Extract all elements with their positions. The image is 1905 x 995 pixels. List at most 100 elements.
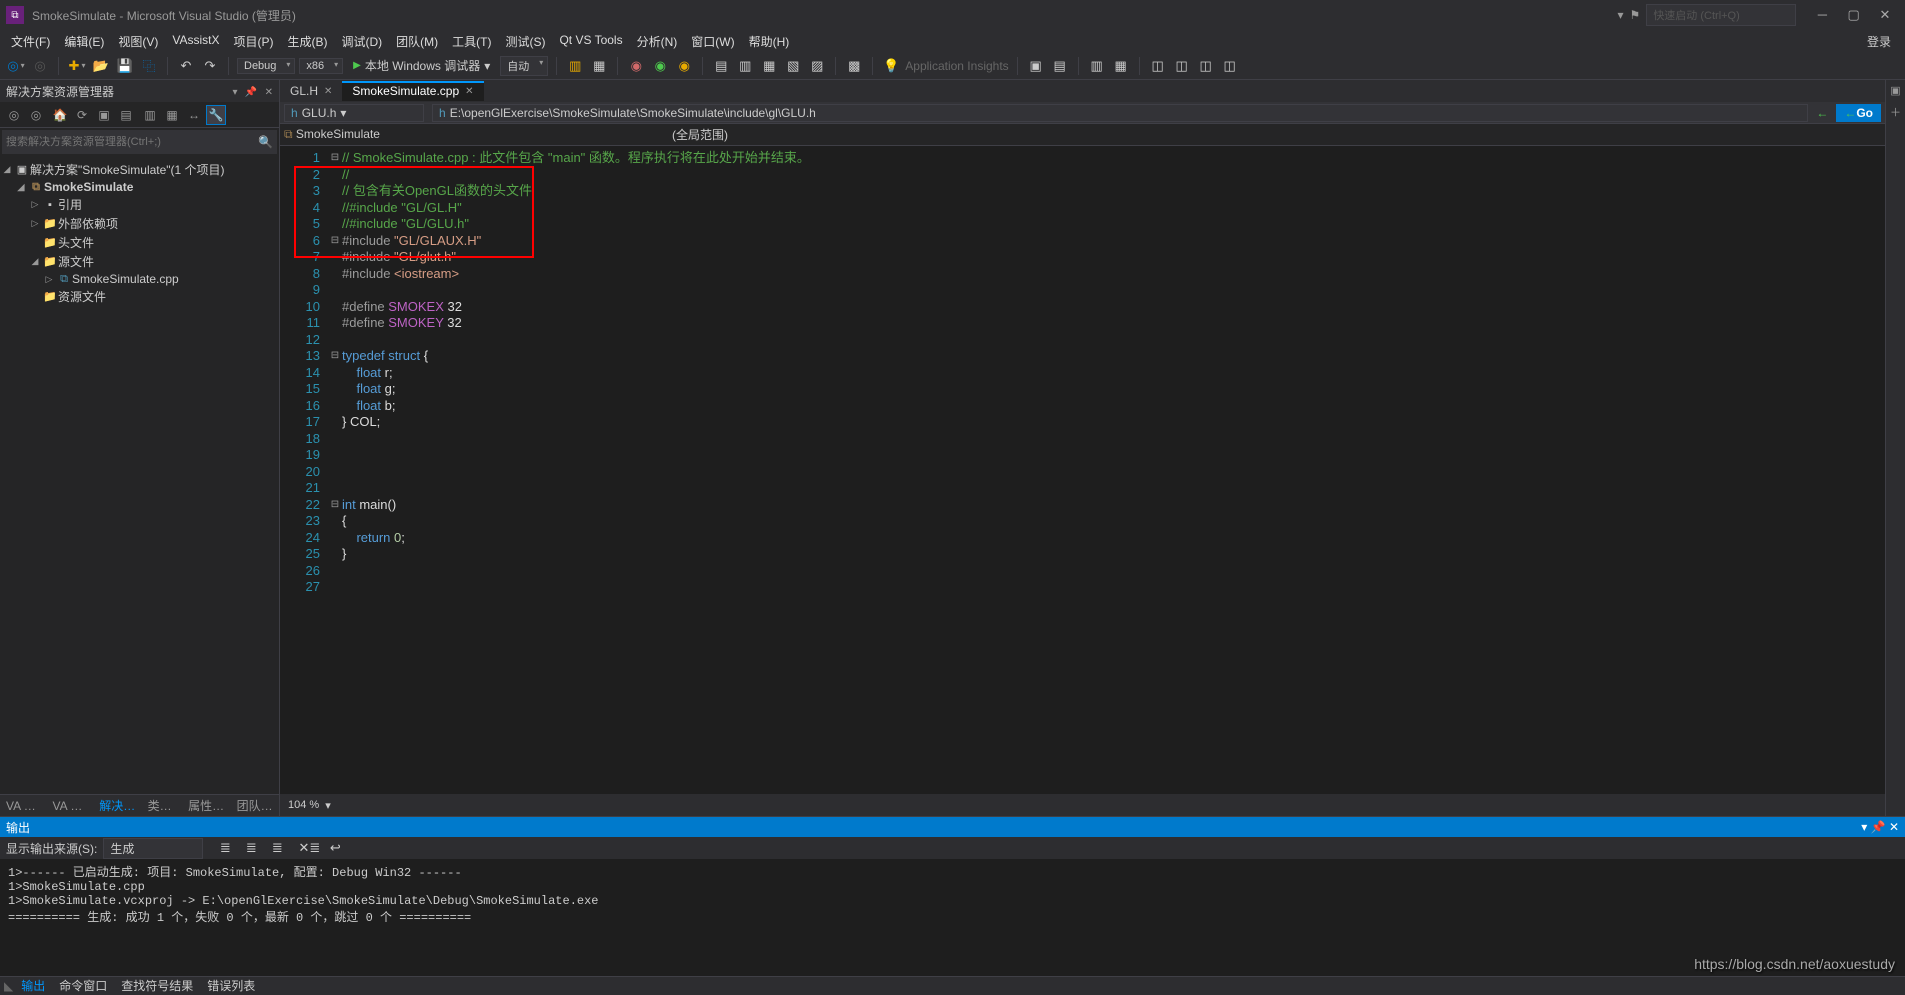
- bottom-tab[interactable]: 输出: [15, 976, 51, 995]
- panel-tab[interactable]: VA View: [0, 797, 47, 815]
- tb-icon-5[interactable]: ◉: [674, 56, 694, 76]
- output-body[interactable]: 1>------ 已启动生成: 项目: SmokeSimulate, 配置: D…: [0, 859, 1905, 976]
- tb-icon-16[interactable]: ◫: [1148, 56, 1168, 76]
- tree-headers[interactable]: 📁 头文件: [0, 233, 279, 252]
- rside-icon-2[interactable]: ＋: [1888, 104, 1904, 120]
- output-tb-icon-1[interactable]: ≣: [215, 838, 235, 858]
- close-button[interactable]: ✕: [1871, 7, 1899, 23]
- search-input[interactable]: [6, 136, 258, 148]
- zoom-level[interactable]: 104 %: [288, 799, 319, 811]
- ptb-fwd-icon[interactable]: ◎: [26, 105, 46, 125]
- save-button[interactable]: 💾: [115, 56, 135, 76]
- zoom-dropdown-icon[interactable]: ▾: [325, 799, 331, 812]
- notification-icon[interactable]: ▾: [1618, 8, 1624, 22]
- panel-search[interactable]: 🔍: [2, 130, 277, 154]
- tree-resources[interactable]: 📁 资源文件: [0, 287, 279, 306]
- config-select[interactable]: Debug: [237, 58, 295, 74]
- menu-item[interactable]: 团队(M): [389, 31, 445, 52]
- code-editor[interactable]: 1234567891011121314151617181920212223242…: [280, 146, 1885, 794]
- nav-back-button[interactable]: ◎: [6, 56, 26, 76]
- panel-tab[interactable]: 类视图: [142, 795, 183, 816]
- tb-icon-7[interactable]: ▥: [735, 56, 755, 76]
- output-tb-icon-3[interactable]: ≣: [267, 838, 287, 858]
- bottom-tab[interactable]: 查找符号结果: [115, 976, 199, 995]
- tb-icon-3[interactable]: ◉: [626, 56, 646, 76]
- menu-item[interactable]: 工具(T): [445, 31, 498, 52]
- insights-icon[interactable]: 💡: [881, 56, 901, 76]
- output-wrap-icon[interactable]: ↩: [325, 838, 345, 858]
- rside-icon-1[interactable]: ▣: [1888, 84, 1904, 100]
- flag-icon[interactable]: ⚑: [1630, 8, 1641, 22]
- redo-button[interactable]: ↷: [200, 56, 220, 76]
- close-icon[interactable]: ✕: [465, 86, 473, 97]
- nav-fwd-button[interactable]: ◎: [30, 56, 50, 76]
- save-all-button[interactable]: ⿻: [139, 56, 159, 76]
- scope-global[interactable]: (全局范围): [672, 126, 972, 143]
- tb-icon-19[interactable]: ◫: [1220, 56, 1240, 76]
- maximize-button[interactable]: ▢: [1840, 7, 1868, 23]
- platform-select[interactable]: x86: [299, 58, 343, 74]
- panel-tab[interactable]: 属性管...: [182, 795, 230, 816]
- tb-icon-13[interactable]: ▤: [1050, 56, 1070, 76]
- tree-sources[interactable]: ◢📁 源文件: [0, 252, 279, 271]
- ptb-sync-icon[interactable]: ⟳: [72, 105, 92, 125]
- output-dropdown-icon[interactable]: ▾: [1861, 820, 1867, 834]
- tb-icon-12[interactable]: ▣: [1026, 56, 1046, 76]
- tb-icon-18[interactable]: ◫: [1196, 56, 1216, 76]
- scope-project[interactable]: ⧉ SmokeSimulate: [284, 127, 664, 142]
- menu-item[interactable]: 生成(B): [280, 31, 334, 52]
- output-tb-icon-2[interactable]: ≣: [241, 838, 261, 858]
- bottom-tab[interactable]: 命令窗口: [53, 976, 113, 995]
- output-close-icon[interactable]: ✕: [1889, 820, 1899, 834]
- ptb-icon-6[interactable]: ▦: [162, 105, 182, 125]
- menu-item[interactable]: 测试(S): [498, 31, 552, 52]
- minimize-button[interactable]: ─: [1808, 7, 1836, 22]
- tb-icon-4[interactable]: ◉: [650, 56, 670, 76]
- tb-icon-2[interactable]: ▦: [589, 56, 609, 76]
- tb-icon-15[interactable]: ▦: [1111, 56, 1131, 76]
- tab-gl-h[interactable]: GL.H✕: [280, 81, 342, 101]
- panel-tab[interactable]: VA Ou...: [47, 797, 94, 815]
- login-button[interactable]: 登录: [1857, 31, 1901, 52]
- tb-icon-8[interactable]: ▦: [759, 56, 779, 76]
- search-icon[interactable]: 🔍: [258, 135, 273, 149]
- new-project-button[interactable]: ✚: [67, 56, 87, 76]
- menu-item[interactable]: 窗口(W): [684, 31, 741, 52]
- tb-icon-6[interactable]: ▤: [711, 56, 731, 76]
- menu-item[interactable]: VAssistX: [165, 31, 226, 52]
- tree-references[interactable]: ▷▪ 引用: [0, 195, 279, 214]
- tb-icon-14[interactable]: ▥: [1087, 56, 1107, 76]
- menu-item[interactable]: Qt VS Tools: [552, 31, 629, 52]
- project-node[interactable]: ◢⧉ SmokeSimulate: [0, 179, 279, 195]
- nav-path[interactable]: h E:\openGlExercise\SmokeSimulate\SmokeS…: [432, 104, 1808, 122]
- menu-item[interactable]: 视图(V): [111, 31, 165, 52]
- menu-item[interactable]: 帮助(H): [742, 31, 797, 52]
- tree-external[interactable]: ▷📁 外部依赖项: [0, 214, 279, 233]
- ptb-wrench-icon[interactable]: 🔧: [206, 105, 226, 125]
- solution-node[interactable]: ◢▣ 解决方案"SmokeSimulate"(1 个项目): [0, 160, 279, 179]
- panel-tab[interactable]: 团队资...: [231, 795, 279, 816]
- ptb-icon-4[interactable]: ▤: [116, 105, 136, 125]
- menu-item[interactable]: 分析(N): [630, 31, 685, 52]
- tree-source-file[interactable]: ▷⧉ SmokeSimulate.cpp: [0, 271, 279, 287]
- menu-item[interactable]: 项目(P): [226, 31, 280, 52]
- ptb-back-icon[interactable]: ◎: [4, 105, 24, 125]
- go-button[interactable]: ←Go: [1836, 104, 1881, 122]
- output-pin-icon[interactable]: 📌: [1871, 820, 1886, 834]
- statusbar-resize-icon[interactable]: ◣: [4, 979, 13, 993]
- nav-go-prev-icon[interactable]: ←: [1816, 106, 1828, 120]
- tb-icon-1[interactable]: ▥: [565, 56, 585, 76]
- panel-tab[interactable]: 解决方...: [93, 795, 141, 816]
- menu-item[interactable]: 调试(D): [334, 31, 389, 52]
- start-debug-button[interactable]: 本地 Windows 调试器 ▾: [347, 56, 496, 76]
- ptb-icon-3[interactable]: ▣: [94, 105, 114, 125]
- menu-item[interactable]: 文件(F): [4, 31, 57, 52]
- bottom-tab[interactable]: 错误列表: [201, 976, 261, 995]
- panel-pin-icon[interactable]: 📌: [245, 87, 257, 98]
- output-source-select[interactable]: 生成: [103, 838, 203, 859]
- open-button[interactable]: 📂: [91, 56, 111, 76]
- code-body[interactable]: // SmokeSimulate.cpp : 此文件包含 "main" 函数。程…: [342, 146, 1885, 794]
- output-clear-icon[interactable]: ✕≣: [299, 838, 319, 858]
- tb-icon-10[interactable]: ▨: [807, 56, 827, 76]
- tb-icon-9[interactable]: ▧: [783, 56, 803, 76]
